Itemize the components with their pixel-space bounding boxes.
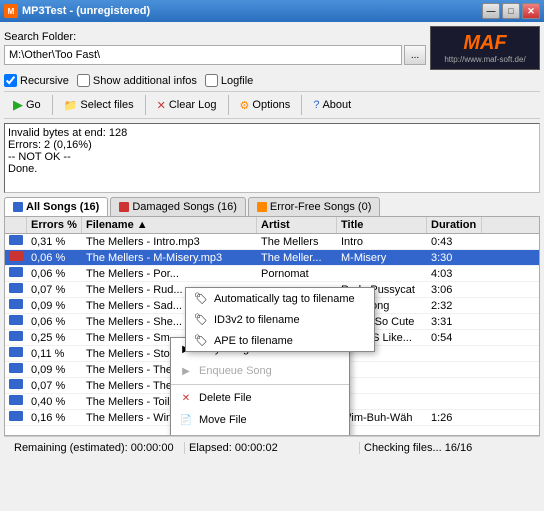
status-checking: Checking files... 16/16 — [360, 442, 534, 454]
toolbar-separator-2 — [145, 95, 146, 115]
app-icon: M — [4, 4, 18, 18]
clear-log-button[interactable]: ✕ Clear Log — [150, 96, 224, 115]
search-label: Search Folder: — [4, 31, 76, 43]
app-window: M MP3Test - (unregistered) — □ ✕ Search … — [0, 0, 544, 462]
tab-error-free-songs-icon — [257, 202, 267, 212]
statusbar: Remaining (estimated): 00:00:00 Elapsed:… — [4, 436, 540, 458]
toolbar-separator-1 — [52, 95, 53, 115]
recursive-checkbox[interactable]: Recursive — [4, 74, 69, 87]
row-status-icon — [9, 283, 23, 293]
about-icon: ? — [313, 99, 319, 111]
log-area: Invalid bytes at end: 128 Errors: 2 (0,1… — [4, 123, 540, 193]
submenu-auto-tag[interactable]: 🏷 Automatically tag to filename — [186, 288, 374, 309]
options-row: Recursive Show additional infos Logfile — [4, 74, 540, 87]
col-header-title[interactable]: Title — [337, 217, 427, 233]
additional-infos-checkbox[interactable]: Show additional infos — [77, 74, 197, 87]
row-status-icon — [9, 363, 23, 373]
close-button[interactable]: ✕ — [522, 3, 540, 19]
tab-all-songs[interactable]: All Songs (16) — [4, 197, 108, 216]
tab-all-songs-icon — [13, 202, 23, 212]
id3-icon: 🏷 — [194, 313, 208, 326]
col-header-filename[interactable]: Filename ▲ — [82, 217, 257, 233]
toolbar: ▶ Go 📁 Select files ✕ Clear Log ⚙ Option… — [4, 91, 540, 119]
select-files-icon: 📁 — [64, 99, 78, 112]
window-title: MP3Test - (unregistered) — [22, 5, 150, 17]
delete-icon: ✕ — [179, 391, 193, 405]
titlebar: M MP3Test - (unregistered) — □ ✕ — [0, 0, 544, 22]
tab-bar: All Songs (16) Damaged Songs (16) Error-… — [4, 197, 540, 216]
select-files-button[interactable]: 📁 Select files — [57, 96, 141, 115]
options-button[interactable]: ⚙ Options — [233, 96, 298, 115]
ctx-delete-file[interactable]: ✕ Delete File — [171, 387, 349, 409]
row-status-icon — [9, 235, 23, 245]
titlebar-buttons: — □ ✕ — [482, 3, 540, 19]
row-status-icon — [9, 347, 23, 357]
clear-log-icon: ✕ — [157, 99, 166, 112]
logo-area: MAF http://www.maf-soft.de/ — [430, 26, 540, 70]
toolbar-separator-3 — [228, 95, 229, 115]
browse-button[interactable]: ... — [404, 45, 426, 65]
col-header-duration[interactable]: Duration — [427, 217, 482, 233]
table-row[interactable]: 0,31 % The Mellers - Intro.mp3 The Melle… — [5, 234, 539, 250]
logfile-checkbox[interactable]: Logfile — [205, 74, 253, 87]
options-icon: ⚙ — [240, 99, 250, 112]
move-icon: 📄 — [179, 413, 193, 427]
status-remaining: Remaining (estimated): 00:00:00 — [10, 442, 185, 454]
status-elapsed: Elapsed: 00:00:02 — [185, 442, 360, 454]
row-status-icon — [9, 315, 23, 325]
go-icon: ▶ — [13, 97, 23, 113]
songs-table: Errors % Filename ▲ Artist Title Duratio… — [4, 216, 540, 436]
go-button[interactable]: ▶ Go — [6, 94, 48, 116]
row-status-icon — [9, 251, 23, 261]
table-header: Errors % Filename ▲ Artist Title Duratio… — [5, 217, 539, 234]
main-area: Search Folder: ... MAF http://www.maf-so… — [0, 22, 544, 462]
minimize-button[interactable]: — — [482, 3, 500, 19]
folder-icon: 📁 — [179, 435, 193, 436]
ctx-enqueue-song: ▶ Enqueue Song — [171, 360, 349, 382]
ctx-go-to-folder[interactable]: 📁 Go to Folder — [171, 431, 349, 436]
submenu-ape[interactable]: 🏷 APE to filename — [186, 330, 374, 351]
col-header-icon[interactable] — [5, 217, 27, 233]
search-input[interactable] — [4, 45, 402, 65]
table-row[interactable]: 0,06 % The Mellers - Por... Pornomat 4:0… — [5, 266, 539, 282]
enqueue-icon: ▶ — [179, 364, 193, 378]
logo-text: MAF — [463, 32, 506, 55]
tab-damaged-songs-icon — [119, 202, 129, 212]
rename-submenu: 🏷 Automatically tag to filename 🏷 ID3v2 … — [185, 287, 375, 352]
log-line-3: -- NOT OK -- — [8, 151, 536, 163]
logo-url: http://www.maf-soft.de/ — [444, 55, 525, 64]
ape-icon: 🏷 — [194, 334, 208, 347]
tab-error-free-songs[interactable]: Error-Free Songs (0) — [248, 197, 380, 216]
search-row: Search Folder: ... MAF http://www.maf-so… — [4, 26, 540, 70]
ctx-move-file[interactable]: 📄 Move File — [171, 409, 349, 431]
log-line-1: Invalid bytes at end: 128 — [8, 127, 536, 139]
tag-icon: 🏷 — [194, 292, 208, 305]
log-line-2: Errors: 2 (0,16%) — [8, 139, 536, 151]
maximize-button[interactable]: □ — [502, 3, 520, 19]
row-status-icon — [9, 395, 23, 405]
table-row[interactable]: 0,06 % The Mellers - M-Misery.mp3 The Me… — [5, 250, 539, 266]
col-header-errors[interactable]: Errors % — [27, 217, 82, 233]
titlebar-left: M MP3Test - (unregistered) — [4, 4, 150, 18]
submenu-id3v2[interactable]: 🏷 ID3v2 to filename — [186, 309, 374, 330]
row-status-icon — [9, 267, 23, 277]
row-status-icon — [9, 331, 23, 341]
about-button[interactable]: ? About — [306, 96, 358, 114]
tab-damaged-songs[interactable]: Damaged Songs (16) — [110, 197, 246, 216]
row-status-icon — [9, 299, 23, 309]
row-status-icon — [9, 411, 23, 421]
toolbar-separator-4 — [301, 95, 302, 115]
log-line-4: Done. — [8, 163, 536, 175]
row-status-icon — [9, 379, 23, 389]
ctx-separator-1 — [171, 384, 349, 385]
col-header-artist[interactable]: Artist — [257, 217, 337, 233]
